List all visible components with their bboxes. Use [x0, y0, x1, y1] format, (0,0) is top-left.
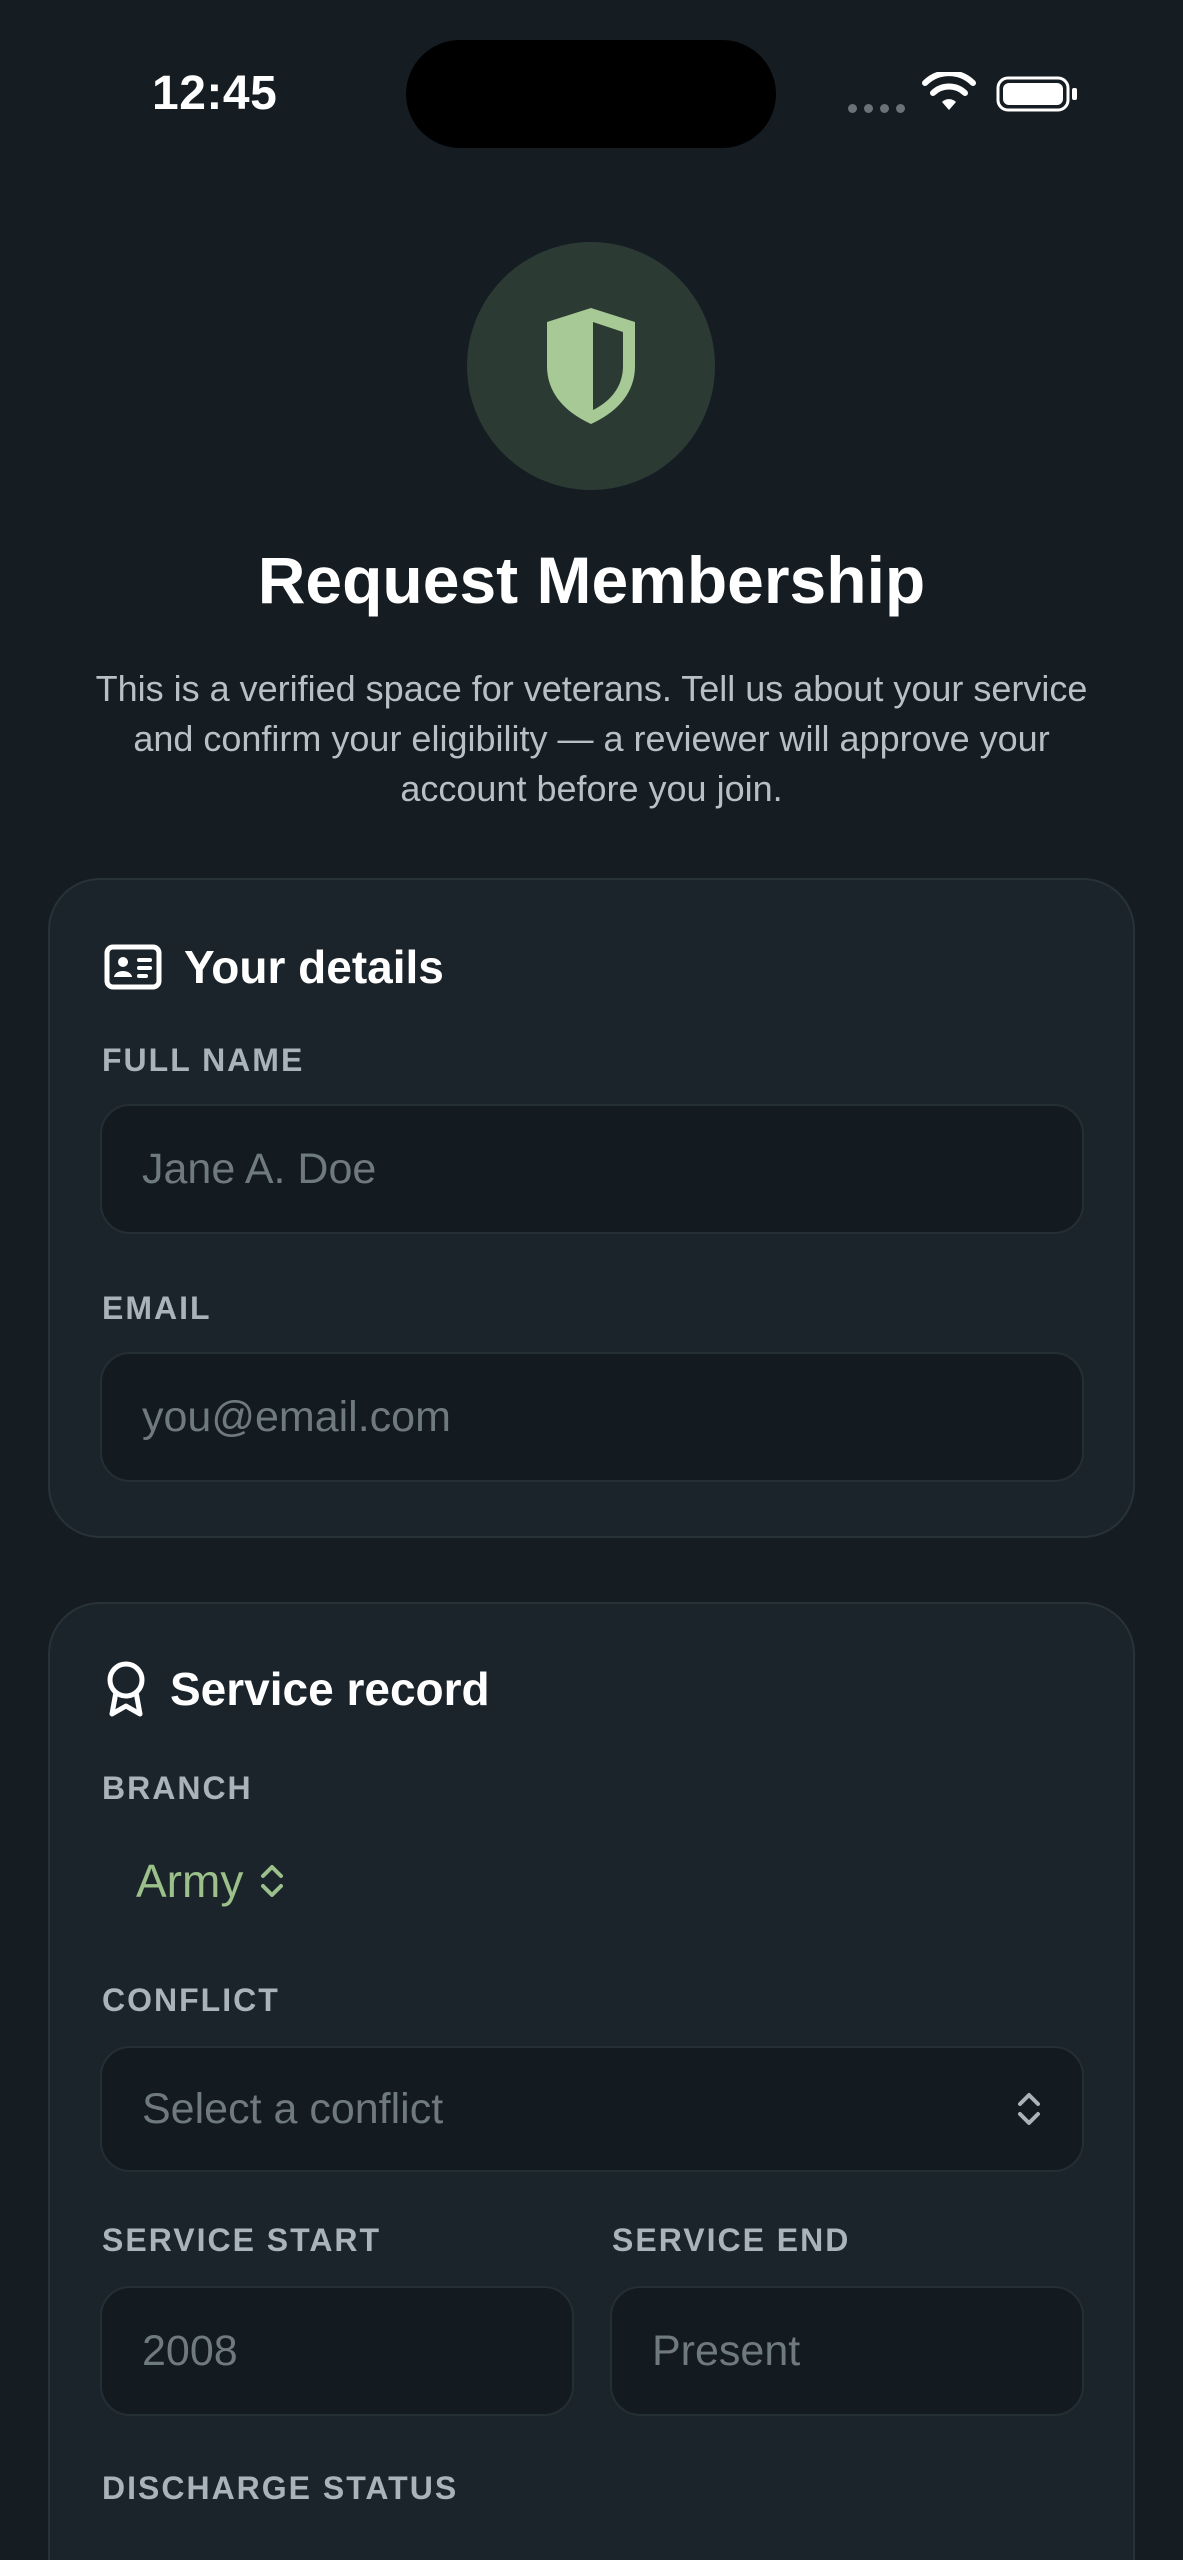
- branch-label: BRANCH: [102, 1770, 253, 1806]
- page-subtitle: This is a verified space for veterans. T…: [95, 668, 1088, 809]
- full-name-label: FULL NAME: [102, 1042, 305, 1078]
- dynamic-island: [406, 40, 776, 148]
- email-input[interactable]: you@email.com: [100, 1352, 1084, 1482]
- wifi-icon: [922, 72, 976, 110]
- cellular-signal-icon: [848, 104, 905, 113]
- chevron-up-down-icon: [261, 1865, 284, 1897]
- status-time: 12:45: [152, 67, 278, 120]
- shield-badge: [467, 242, 715, 490]
- chevron-up-down-icon: [1018, 2093, 1040, 2125]
- conflict-label: CONFLICT: [102, 1982, 280, 2018]
- shield-icon: [547, 308, 635, 424]
- conflict-placeholder: Select a conflict: [142, 2084, 444, 2133]
- service-end-placeholder: Present: [652, 2326, 801, 2375]
- award-ribbon-icon: [107, 1661, 145, 1717]
- service-start-label: SERVICE START: [102, 2222, 382, 2258]
- branch-picker[interactable]: Army: [136, 1854, 287, 1908]
- full-name-placeholder: Jane A. Doe: [142, 1144, 377, 1193]
- service-start-input[interactable]: 2008: [100, 2286, 574, 2416]
- service-start-placeholder: 2008: [142, 2326, 238, 2375]
- email-label: EMAIL: [102, 1290, 212, 1326]
- battery-icon: [996, 76, 1077, 112]
- service-header: Service record: [104, 1660, 490, 1718]
- details-header: Your details: [104, 940, 444, 994]
- email-placeholder: you@email.com: [142, 1392, 451, 1441]
- conflict-select[interactable]: Select a conflict: [100, 2046, 1084, 2172]
- id-card-icon: [104, 944, 162, 990]
- page-title: Request Membership: [257, 543, 926, 617]
- service-title: Service record: [170, 1663, 490, 1715]
- branch-value: Army: [136, 1855, 244, 1907]
- discharge-status-label: DISCHARGE STATUS: [102, 2470, 459, 2506]
- service-end-label: SERVICE END: [612, 2222, 851, 2258]
- details-title: Your details: [184, 941, 444, 993]
- service-card: Service record BRANCH Army CONFLICT Sele…: [48, 1602, 1135, 2560]
- full-name-input[interactable]: Jane A. Doe: [100, 1104, 1084, 1234]
- membership-screen: 12:45 Request Membership This is a verif…: [0, 0, 1183, 2560]
- details-card: Your details FULL NAME Jane A. Doe EMAIL…: [48, 878, 1135, 1538]
- service-end-input[interactable]: Present: [610, 2286, 1084, 2416]
